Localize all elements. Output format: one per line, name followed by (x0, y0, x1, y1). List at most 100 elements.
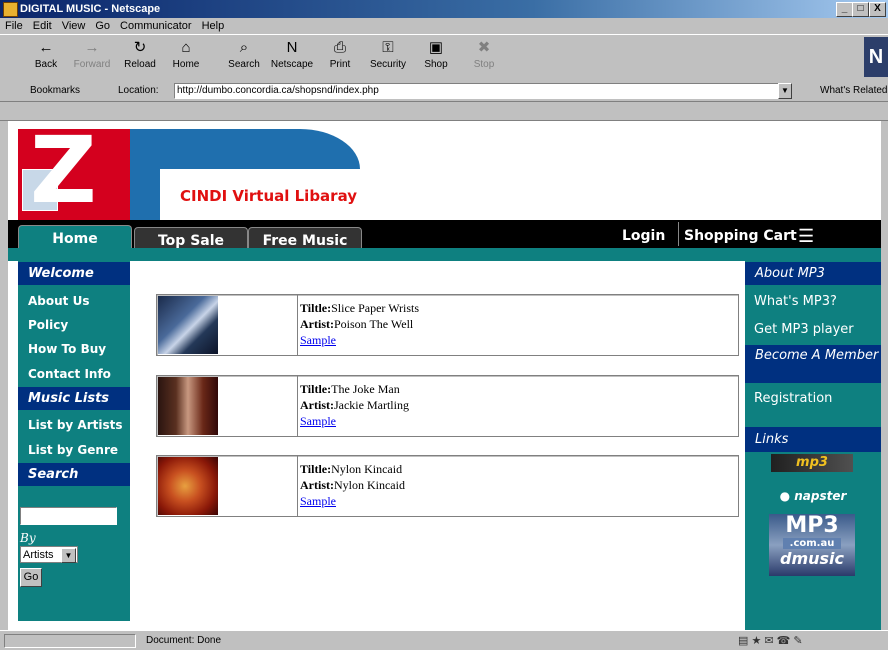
component-bar-icons[interactable]: ▤ ★ ✉ ☎ ✎ (738, 634, 803, 647)
mp3-com-au-link-logo[interactable]: MP3 .com.au dmusic (769, 514, 855, 576)
menu-go[interactable]: Go (90, 18, 115, 32)
card-divider (297, 456, 298, 516)
url-input[interactable]: http://dumbo.concordia.ca/shopsnd/index.… (174, 83, 792, 99)
artist-label: Artist: (300, 317, 334, 331)
navigation-toolbar: ← Back → Forward ↻ Reload ⌂ Home ⌕ Search N Ne… (0, 34, 888, 82)
product-info: Tiltle:Nylon Kincaid Artist:Nylon Kincai… (300, 461, 405, 509)
left-sidebar (18, 261, 130, 621)
menu-view[interactable]: View (57, 18, 91, 32)
napster-link-logo[interactable]: ● napster (771, 488, 855, 504)
url-dropdown-icon[interactable]: ▼ (778, 83, 792, 99)
product-artist: Jackie Martling (333, 398, 409, 412)
menu-edit[interactable]: Edit (28, 18, 57, 32)
album-cover-image[interactable] (158, 296, 218, 354)
maximize-button[interactable]: □ (852, 2, 869, 17)
reload-button[interactable]: ↻ Reload (118, 39, 162, 70)
search-by-value: Artists (23, 549, 54, 561)
search-by-select[interactable]: Artists ▼ (20, 546, 78, 563)
album-cover-image[interactable] (158, 377, 218, 435)
menu-bar: File Edit View Go Communicator Help (0, 18, 888, 34)
become-member-header-label: Become A Member (755, 348, 879, 363)
search-header-label: Search (28, 467, 79, 482)
page-scrollbar[interactable] (881, 121, 888, 630)
back-button[interactable]: ← Back (24, 39, 68, 70)
mp3-link-logo[interactable]: mp3 (771, 454, 853, 472)
list-by-artists-link[interactable]: List by Artists (28, 418, 122, 432)
forward-label: Forward (73, 59, 111, 70)
netscape-label: Netscape (270, 59, 314, 70)
sample-link[interactable]: Sample (300, 333, 336, 347)
product-artist: Poison The Well (333, 317, 414, 331)
whats-mp3-link[interactable]: What's MP3? (754, 294, 837, 309)
napster-cat-icon: ● (779, 489, 795, 503)
minimize-button[interactable]: _ (836, 2, 853, 17)
bookmarks-button[interactable]: Bookmarks (30, 85, 80, 96)
product-title: The Joke Man (331, 382, 400, 396)
forward-button[interactable]: → Forward (70, 39, 114, 70)
about-mp3-header: About MP3 (745, 262, 881, 285)
window-title-bar[interactable]: DIGITAL MUSIC - Netscape _ □ X (0, 0, 888, 18)
print-button[interactable]: ⎙ Print (318, 39, 362, 70)
card-divider (297, 376, 298, 436)
whats-related-button[interactable]: What's Related (820, 85, 888, 96)
card-divider (297, 295, 298, 355)
netscape-button[interactable]: N Netscape (270, 39, 314, 70)
sample-link[interactable]: Sample (300, 414, 336, 428)
search-header: Search (18, 463, 130, 486)
security-button[interactable]: ⚿ Security (366, 39, 410, 70)
menu-communicator[interactable]: Communicator (115, 18, 197, 32)
links-header: Links (745, 427, 881, 452)
shop-icon: ▣ (428, 39, 444, 56)
stop-button[interactable]: ✖ Stop (462, 39, 506, 70)
product-title: Nylon Kincaid (331, 462, 403, 476)
print-label: Print (329, 59, 351, 70)
login-link[interactable]: Login (622, 228, 665, 244)
location-label: Location: (118, 85, 159, 96)
mp3-com-text: MP3 (785, 513, 839, 538)
go-button[interactable]: Go (20, 568, 42, 587)
search-button[interactable]: ⌕ Search (222, 39, 266, 70)
menu-file[interactable]: File (0, 18, 28, 32)
status-bar: Document: Done ▤ ★ ✉ ☎ ✎ (0, 630, 888, 650)
netscape-app-icon (3, 2, 18, 17)
chevron-down-icon[interactable]: ▼ (61, 548, 76, 563)
sample-link[interactable]: Sample (300, 494, 336, 508)
logo-letter: Z (30, 121, 97, 224)
become-member-header: Become A Member (745, 345, 881, 383)
home-button[interactable]: ⌂ Home (164, 39, 208, 70)
netscape-logo: N (864, 37, 888, 77)
forward-arrow-icon: → (84, 39, 100, 56)
web-page: Z CINDI Virtual Libaray Home Top Sale Fr… (8, 121, 881, 630)
search-input[interactable] (20, 507, 117, 525)
how-to-buy-link[interactable]: How To Buy (28, 342, 106, 356)
welcome-header: Welcome (18, 262, 130, 285)
print-icon: ⎙ (333, 39, 346, 56)
album-cover-image[interactable] (158, 457, 218, 515)
get-mp3-player-link[interactable]: Get MP3 player (754, 322, 854, 337)
personal-toolbar (0, 102, 888, 121)
header-blue-shape (130, 129, 360, 169)
lock-icon: ⚿ (382, 39, 394, 56)
header-blue-shape-lower (130, 169, 160, 221)
title-label: Tiltle: (300, 462, 332, 476)
security-indicator[interactable] (4, 634, 136, 648)
registration-link[interactable]: Registration (754, 391, 832, 406)
about-us-link[interactable]: About Us (28, 294, 89, 308)
shopping-cart-link[interactable]: Shopping Cart (684, 228, 797, 244)
policy-link[interactable]: Policy (28, 318, 68, 332)
cart-icon[interactable]: ☰ (798, 226, 814, 247)
shop-label: Shop (424, 59, 448, 70)
site-title: CINDI Virtual Libaray (180, 187, 358, 205)
nav-divider (678, 222, 679, 246)
list-by-genre-link[interactable]: List by Genre (28, 443, 118, 457)
shop-button[interactable]: ▣ Shop (414, 39, 458, 70)
close-button[interactable]: X (869, 2, 886, 17)
product-card: Tiltle:The Joke Man Artist:Jackie Martli… (156, 375, 739, 437)
menu-help[interactable]: Help (197, 18, 230, 32)
contact-info-link[interactable]: Contact Info (28, 367, 111, 381)
product-info: Tiltle:Slice Paper Wrists Artist:Poison … (300, 300, 419, 348)
window-title: DIGITAL MUSIC - Netscape (20, 3, 161, 15)
product-card: Tiltle:Nylon Kincaid Artist:Nylon Kincai… (156, 455, 739, 517)
back-label: Back (34, 59, 58, 70)
netscape-icon: N (286, 39, 298, 56)
